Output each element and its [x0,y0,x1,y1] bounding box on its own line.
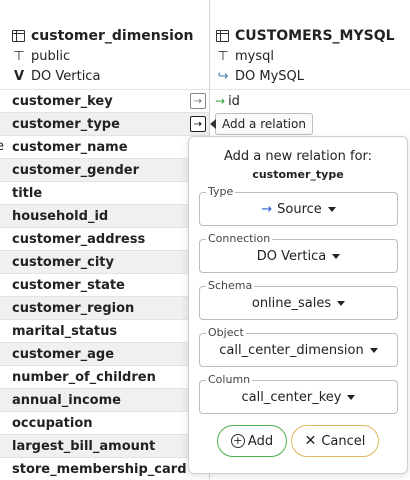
column-name: household_id [12,208,109,224]
column-row[interactable]: customer_age [0,342,210,365]
column-name: customer_city [12,254,114,270]
popup-subtitle: customer_type [252,168,344,181]
column-row[interactable]: customer_key ⇢ [0,89,210,112]
offscreen-text-edge: e [0,139,4,154]
column-row[interactable]: customer_address [0,227,210,250]
schema-select[interactable]: Schema online_sales [199,279,398,320]
popup-title: Add a new relation for: [223,149,373,164]
column-name: annual_income [12,392,121,408]
column-row[interactable]: occupation [0,411,210,434]
column-row[interactable]: customer_city [0,250,210,273]
select-value: Source [277,201,322,217]
column-row[interactable]: marital_status [0,319,210,342]
field-label: Column [206,373,253,386]
column-name: customer_state [12,277,125,293]
column-row[interactable]: largest_bill_amount [0,434,210,457]
field-label: Object [206,326,246,339]
chevron-down-icon [337,300,346,306]
arrow-right-icon: → [215,94,226,108]
close-icon: ✕ [304,433,317,449]
column-select[interactable]: Column call_center_key [199,373,398,414]
add-relation-tooltip: Add a relation [210,113,313,135]
add-relation-icon[interactable]: ⇢ [190,93,206,109]
table-icon [12,30,25,42]
cancel-button[interactable]: ✕ Cancel [291,425,379,457]
column-name: customer_key [12,93,113,109]
column-row[interactable]: customer_type ⇢ [0,112,210,135]
left-table-schema: public [31,48,71,64]
type-select[interactable]: Type → Source [199,185,398,226]
column-name: customer_region [12,300,135,316]
field-label: Type [206,185,236,198]
column-name: customer_type [12,116,120,132]
column-name: id [228,93,240,109]
column-row[interactable]: number_of_children [0,365,210,388]
column-name: occupation [12,415,93,431]
column-name: marital_status [12,323,118,339]
column-name: title [12,185,43,201]
select-value: online_sales [251,295,332,311]
cancel-button-label: Cancel [321,433,366,449]
column-row[interactable]: title [0,181,210,204]
column-name: number_of_children [12,369,156,385]
select-value: call_center_dimension [219,342,364,358]
left-table-panel: customer_dimension ⊤ public V DO Vertica… [0,0,210,480]
column-row[interactable]: → id [210,89,410,112]
right-table-connection: DO MySQL [235,68,305,84]
column-row[interactable]: customer_state [0,273,210,296]
column-row[interactable]: customer_gender [0,158,210,181]
column-row[interactable]: annual_income [0,388,210,411]
column-name: customer_age [12,346,115,362]
add-relation-popup: Add a new relation for: customer_type Ty… [188,136,408,474]
chevron-down-icon [347,394,356,400]
column-row[interactable]: household_id [0,204,210,227]
schema-icon: ⊤ [217,48,229,64]
plus-circle-icon: + [230,434,245,448]
add-relation-icon[interactable]: ⇢ [190,116,206,132]
left-table-connection: DO Vertica [31,68,101,84]
mysql-icon: ↪ [217,68,229,84]
left-table-title[interactable]: customer_dimension [31,28,193,44]
add-button-label: Add [247,433,274,449]
column-row[interactable]: e customer_name [0,135,210,158]
vertica-icon: V [13,68,25,84]
column-name: customer_gender [12,162,140,178]
field-label: Schema [206,279,255,292]
column-name: customer_address [12,231,146,247]
add-button[interactable]: + Add [217,425,287,457]
chevron-down-icon [369,347,378,353]
right-table-header: CUSTOMERS_MYSQL ⊤ mysql ↪ DO MySQL [210,0,410,89]
right-table-schema: mysql [235,48,274,64]
column-row[interactable]: customer_region [0,296,210,319]
column-name: store_membership_card [12,461,187,477]
chevron-down-icon [327,206,336,212]
select-value: call_center_key [241,389,342,405]
column-name: customer_name [12,139,128,155]
right-table-title[interactable]: CUSTOMERS_MYSQL [235,28,395,44]
table-icon [216,30,229,42]
arrow-right-icon: → [261,201,273,217]
chevron-down-icon [332,253,341,259]
column-name: largest_bill_amount [12,438,156,454]
field-label: Connection [206,232,273,245]
left-table-header: customer_dimension ⊤ public V DO Vertica [0,0,210,89]
connection-select[interactable]: Connection DO Vertica [199,232,398,273]
left-column-list: customer_key ⇢ customer_type ⇢ e customer_n… [0,89,210,480]
schema-icon: ⊤ [13,48,25,64]
column-row[interactable]: store_membership_card [0,457,210,480]
select-value: DO Vertica [256,248,327,264]
object-select[interactable]: Object call_center_dimension [199,326,398,367]
